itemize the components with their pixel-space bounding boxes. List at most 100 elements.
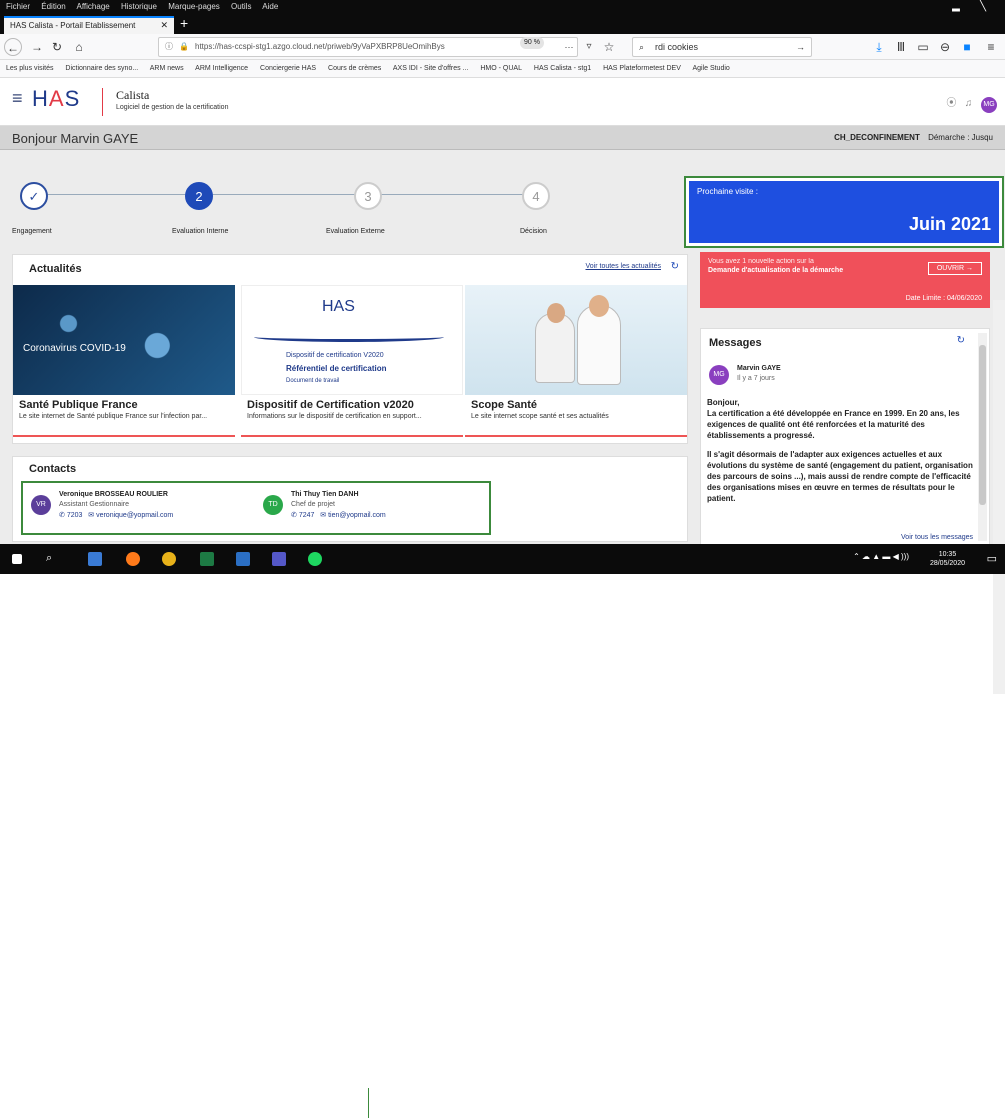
step-engagement-icon[interactable]: ✓ bbox=[20, 182, 48, 210]
header-icons: ⦿ ♫ MG bbox=[946, 94, 997, 113]
pocket-icon[interactable]: ▿ bbox=[580, 38, 598, 56]
establishment-info: CH_DECONFINEMENT Démarche : Jusqu bbox=[834, 133, 993, 142]
page-actions-icon[interactable]: ··· bbox=[560, 38, 578, 56]
navigation-bar: ← → ↻ ⌂ ⓘ 🔒 https://has-ccspi-stg1.azgo.… bbox=[0, 34, 1005, 60]
news-item[interactable]: Coronavirus COVID-19 Santé Publique Fran… bbox=[13, 285, 235, 437]
bookmark-item[interactable]: Dictionnaire des syno... bbox=[65, 65, 138, 72]
menu-file[interactable]: Fichier bbox=[6, 2, 30, 11]
forward-arrow-icon[interactable]: → bbox=[28, 38, 46, 56]
tab-close-icon[interactable]: ✕ bbox=[160, 18, 168, 33]
see-all-messages-link[interactable]: Voir tous les messages bbox=[901, 534, 973, 541]
news-item-desc: Informations sur le dispositif de certif… bbox=[247, 413, 422, 420]
url-bar[interactable]: ⓘ 🔒 https://has-ccspi-stg1.azgo.cloud.ne… bbox=[158, 37, 578, 57]
contact-details: ✆ 7203 ✉ veronique@yopmail.com bbox=[59, 511, 173, 519]
hamburger-menu-icon[interactable]: ≡ bbox=[12, 88, 23, 109]
has-logo[interactable]: HAS bbox=[32, 86, 80, 112]
notifications-icon[interactable]: ▭ bbox=[987, 552, 997, 565]
lock-icon: 🔒 bbox=[179, 42, 189, 51]
bookmark-item[interactable]: Agile Studio bbox=[692, 65, 729, 72]
bookmark-item[interactable]: HAS Plateformetest DEV bbox=[603, 65, 681, 72]
bookmark-item[interactable]: AXS IDI - Site d'offres ... bbox=[393, 65, 469, 72]
has-swoosh bbox=[254, 332, 444, 342]
action-alert: Vous avez 1 nouvelle action sur la Deman… bbox=[700, 252, 990, 308]
step-label: Evaluation Interne bbox=[172, 228, 229, 235]
contact-phone[interactable]: 7203 bbox=[67, 512, 83, 519]
windows-taskbar: ⌕ ⌃ ☁ ▲ ▬ ◀ ))) 10:35 28/05/2020 ▭ bbox=[0, 544, 1005, 1118]
search-input[interactable]: ⌕ rdi cookies → bbox=[632, 37, 812, 57]
step-label: Evaluation Externe bbox=[326, 228, 385, 235]
bookmark-item[interactable]: Les plus visités bbox=[6, 65, 53, 72]
bookmark-item[interactable]: Cours de crèmes bbox=[328, 65, 381, 72]
chrome-icon[interactable] bbox=[162, 552, 176, 566]
greeting-text: Bonjour Marvin GAYE bbox=[12, 131, 139, 146]
page-scrollbar[interactable] bbox=[993, 300, 1005, 694]
scroll-thumb[interactable] bbox=[979, 345, 986, 505]
window-controls[interactable]: ▂ ╲ bbox=[952, 0, 995, 14]
contact-email[interactable]: tien@yopmail.com bbox=[328, 512, 386, 519]
notification-icon[interactable]: ♫ bbox=[965, 98, 973, 109]
browser-tab[interactable]: HAS Calista - Portail Etablissement ✕ bbox=[4, 16, 174, 34]
menu-view[interactable]: Affichage bbox=[77, 2, 110, 11]
step-evaluation-interne[interactable]: 2 bbox=[185, 182, 213, 210]
step-label: Engagement bbox=[12, 228, 52, 235]
system-tray[interactable]: ⌃ ☁ ▲ ▬ ◀ ))) bbox=[853, 552, 909, 561]
phone-icon: ✆ bbox=[291, 512, 297, 519]
menu-bookmarks[interactable]: Marque-pages bbox=[168, 2, 220, 11]
bookmark-item[interactable]: Conciergerie HAS bbox=[260, 65, 316, 72]
file-explorer-icon[interactable] bbox=[88, 552, 102, 566]
download-icon[interactable]: ⤓ bbox=[870, 38, 888, 56]
outlook-icon[interactable] bbox=[236, 552, 250, 566]
back-arrow-icon[interactable]: ← bbox=[4, 38, 22, 56]
search-icon[interactable]: ⌕ bbox=[46, 552, 60, 566]
has-image-logo: HAS bbox=[322, 298, 355, 315]
see-all-news-link[interactable]: Voir toutes les actualités bbox=[586, 263, 662, 270]
doc-line: Document de travail bbox=[286, 378, 340, 384]
news-item[interactable]: Scope Santé Le site internet scope santé… bbox=[465, 285, 687, 437]
messages-scrollbar[interactable] bbox=[978, 333, 987, 541]
close-window-icon[interactable]: ╲ bbox=[980, 1, 986, 12]
home-icon[interactable]: ⌂ bbox=[70, 38, 88, 56]
step-decision[interactable]: 4 bbox=[522, 182, 550, 210]
contact-email[interactable]: veronique@yopmail.com bbox=[96, 512, 173, 519]
clock[interactable]: 10:35 28/05/2020 bbox=[930, 550, 965, 568]
messages-refresh-icon[interactable]: ↻ bbox=[957, 335, 965, 346]
account-icon[interactable]: ⊖ bbox=[936, 38, 954, 56]
bookmark-item[interactable]: HAS Calista - stg1 bbox=[534, 65, 591, 72]
excel-icon[interactable] bbox=[200, 552, 214, 566]
bookmark-item[interactable]: HMO - QUAL bbox=[480, 65, 522, 72]
menu-history[interactable]: Historique bbox=[121, 2, 157, 11]
firefox-icon[interactable] bbox=[126, 552, 140, 566]
teams-icon[interactable] bbox=[272, 552, 286, 566]
minimize-icon[interactable]: ▂ bbox=[952, 1, 960, 12]
zoom-level[interactable]: 90 % bbox=[520, 37, 544, 49]
step-label: Décision bbox=[520, 228, 547, 235]
reload-icon[interactable]: ↻ bbox=[48, 38, 66, 56]
open-button[interactable]: OUVRIR → bbox=[927, 262, 982, 275]
help-icon[interactable]: ⦿ bbox=[946, 98, 956, 109]
refresh-icon[interactable]: ↻ bbox=[671, 261, 679, 272]
search-go-icon[interactable]: → bbox=[796, 38, 805, 56]
message-paragraph: La certification a été développée en Fra… bbox=[707, 409, 960, 440]
contacts-list: VR Veronique BROSSEAU ROULIER Assistant … bbox=[21, 481, 491, 535]
info-icon[interactable]: ⓘ bbox=[165, 38, 173, 56]
library-icon[interactable]: Ⅲ bbox=[892, 38, 910, 56]
user-avatar[interactable]: MG bbox=[981, 97, 997, 113]
spotify-icon[interactable] bbox=[308, 552, 322, 566]
news-item[interactable]: HAS Dispositif de certification V2020 Ré… bbox=[241, 285, 463, 437]
menu-icon[interactable]: ≡ bbox=[982, 38, 1000, 56]
menu-help[interactable]: Aide bbox=[262, 2, 278, 11]
new-tab-button[interactable]: + bbox=[180, 15, 188, 31]
step-evaluation-externe[interactable]: 3 bbox=[354, 182, 382, 210]
bookmark-star-icon[interactable]: ☆ bbox=[600, 38, 618, 56]
extension-icon[interactable]: ■ bbox=[958, 38, 976, 56]
url-text: https://has-ccspi-stg1.azgo.cloud.net/pr… bbox=[195, 42, 445, 51]
bookmark-item[interactable]: ARM news bbox=[150, 65, 184, 72]
bookmark-item[interactable]: ARM Intelligence bbox=[195, 65, 248, 72]
contacts-card: Contacts VR Veronique BROSSEAU ROULIER A… bbox=[12, 456, 688, 542]
sidebar-icon[interactable]: ▭ bbox=[914, 38, 932, 56]
contact-phone[interactable]: 7247 bbox=[299, 512, 315, 519]
menu-edit[interactable]: Édition bbox=[41, 2, 65, 11]
windows-start-icon[interactable] bbox=[12, 554, 22, 564]
app-header: ≡ HAS Calista Logiciel de gestion de la … bbox=[0, 78, 1005, 126]
menu-tools[interactable]: Outils bbox=[231, 2, 251, 11]
